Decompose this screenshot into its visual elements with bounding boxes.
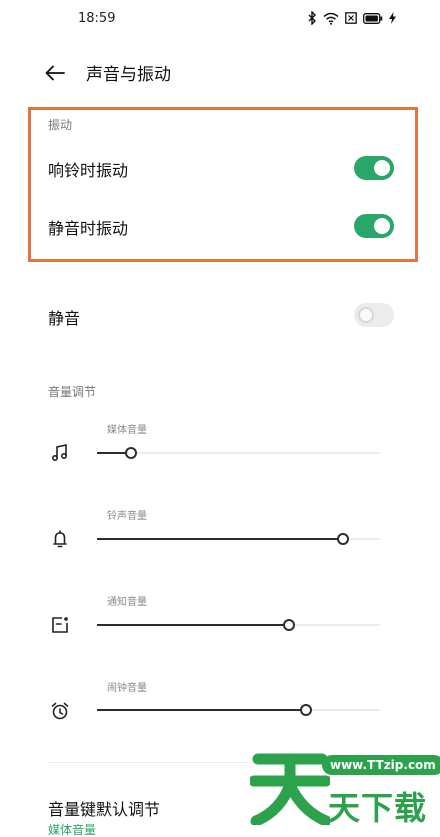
alarm-clock-icon <box>51 702 69 720</box>
vibration-silent-label: 静音时振动 <box>48 219 129 238</box>
slider-track <box>97 452 380 454</box>
ringtone-volume-slider[interactable] <box>97 532 380 546</box>
toggle-knob <box>374 218 390 234</box>
mute-label: 静音 <box>48 309 81 328</box>
bluetooth-icon <box>308 11 316 25</box>
slider-fill <box>97 624 290 626</box>
volume-key-value: 媒体音量 <box>48 823 97 837</box>
watermark-url: www.TTzip.com <box>322 755 440 775</box>
toggle-knob <box>374 160 390 176</box>
vibration-section-label: 振动 <box>48 118 73 132</box>
notification-volume-label: 通知音量 <box>107 597 147 608</box>
ringtone-volume-label: 铃声音量 <box>107 511 147 522</box>
slider-thumb[interactable] <box>300 704 313 716</box>
charging-icon <box>389 12 396 24</box>
page-title: 声音与振动 <box>86 65 171 85</box>
header: 声音与振动 <box>0 52 440 94</box>
media-volume-slider[interactable] <box>97 446 380 460</box>
media-volume-label: 媒体音量 <box>107 425 147 436</box>
sim-icon <box>345 12 357 24</box>
volume-section-label: 音量调节 <box>48 385 97 399</box>
alarm-volume-slider[interactable] <box>97 703 380 717</box>
watermark-logo-icon <box>250 753 330 825</box>
slider-fill <box>97 538 344 540</box>
watermark-name: 天下载 <box>328 789 428 827</box>
alarm-volume-label: 闹钟音量 <box>107 683 147 694</box>
watermark: www.TTzip.com 天下载 <box>250 745 440 837</box>
bell-icon <box>53 530 67 548</box>
status-icons <box>307 11 396 25</box>
music-note-icon <box>51 444 68 462</box>
vibration-ring-toggle[interactable] <box>354 156 394 180</box>
volume-key-title: 音量键默认调节 <box>48 800 161 819</box>
toggle-knob <box>358 307 374 323</box>
slider-thumb[interactable] <box>283 619 296 631</box>
status-time: 18:59 <box>78 11 116 26</box>
battery-icon <box>363 12 383 24</box>
slider-thumb[interactable] <box>124 447 137 459</box>
status-bar: 18:59 <box>0 0 440 40</box>
notification-icon <box>52 617 68 633</box>
vibration-ring-label: 响铃时振动 <box>48 161 129 180</box>
wifi-icon <box>323 12 339 25</box>
vibration-silent-toggle[interactable] <box>354 214 394 238</box>
mute-toggle[interactable] <box>354 303 394 327</box>
notification-volume-slider[interactable] <box>97 618 380 632</box>
slider-thumb[interactable] <box>337 533 350 545</box>
arrow-left-icon[interactable] <box>44 62 66 84</box>
slider-fill <box>97 709 307 711</box>
